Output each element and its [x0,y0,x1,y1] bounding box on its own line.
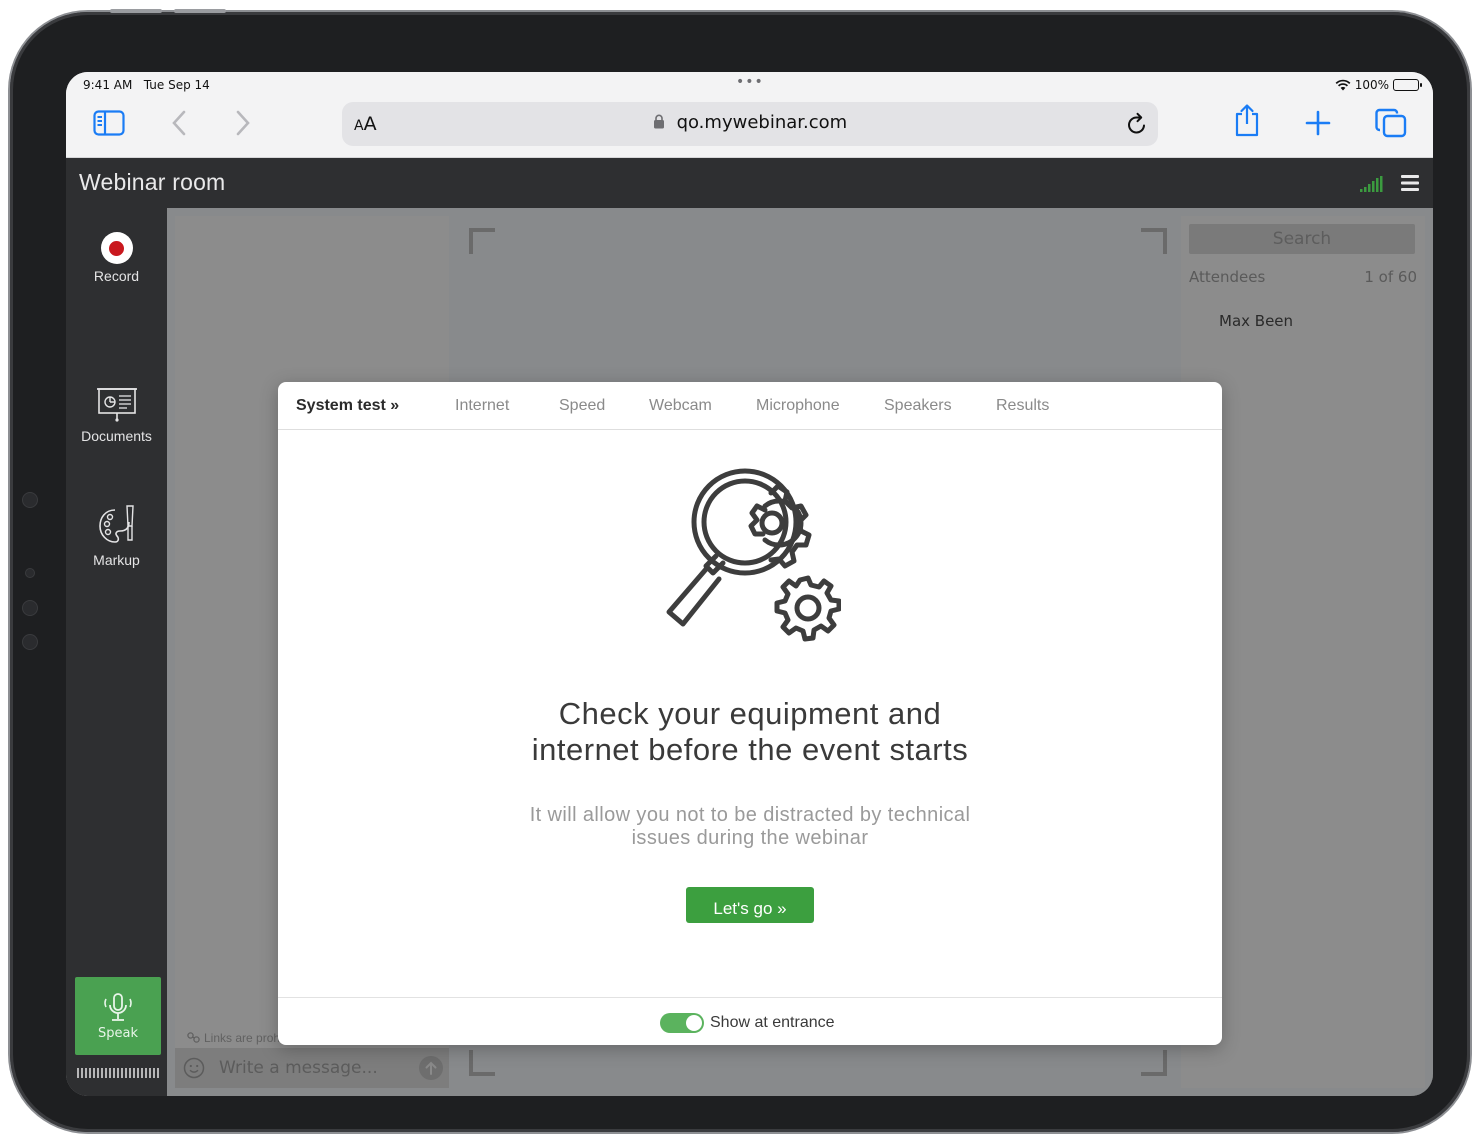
tab-speed[interactable]: Speed [559,397,605,415]
url-display[interactable]: qo.mywebinar.com [342,112,1158,133]
back-icon[interactable] [162,106,196,140]
show-at-entrance-label: Show at entrance [710,1014,835,1031]
modal-subtitle-line-2: issues during the webinar [631,827,869,849]
ipad-frame: 9:41 AM Tue Sep 14 ••• 100% AA qo.mywebi… [10,9,1470,1132]
modal-footer: Show at entrance [278,997,1222,1045]
modal-title: Check your equipment and internet before… [278,696,1222,768]
presentation-board-icon [96,388,137,422]
send-arrow-icon[interactable] [419,1056,443,1080]
speak-label: Speak [98,1026,138,1041]
link-icon [187,1032,200,1043]
documents-button[interactable]: Documents [66,386,167,444]
toggle-knob [686,1015,702,1031]
chat-message-input[interactable]: Write a message... [175,1048,449,1088]
modal-subtitle: It will allow you not to be distracted b… [278,804,1222,850]
menu-icon[interactable] [1401,175,1419,191]
tab-internet[interactable]: Internet [455,397,509,415]
app-header: Webinar room [66,158,1433,208]
app-title: Webinar room [79,169,226,195]
palette-brush-icon [98,505,134,543]
url-text: qo.mywebinar.com [676,112,848,133]
system-test-tabs: System test » Internet Speed Webcam Micr… [278,382,1222,430]
top-button [110,9,162,13]
tab-results[interactable]: Results [996,397,1049,415]
safari-toolbar: 9:41 AM Tue Sep 14 ••• 100% AA qo.mywebi… [66,72,1433,158]
attendees-label: Attendees [1189,268,1266,286]
share-icon[interactable] [1230,103,1264,137]
magnifier-gears-icon [666,468,841,642]
documents-label: Documents [81,428,152,444]
speak-button[interactable]: Speak [75,977,161,1055]
side-sensor [22,492,38,508]
modal-title-line-1: Check your equipment and [558,696,942,731]
modal-title-line-2: internet before the event starts [531,732,969,767]
stage-corner [1141,228,1167,254]
battery-percent: 100% [1354,78,1389,92]
emoji-icon[interactable] [183,1057,205,1079]
lets-go-button[interactable]: Let's go » [686,887,814,923]
side-sensor [22,600,38,616]
chat-placeholder: Write a message... [219,1058,378,1078]
battery-icon [1393,79,1422,91]
status-date: Tue Sep 14 [143,78,210,92]
markup-button[interactable]: Markup [66,502,167,568]
audio-level-meter [77,1068,161,1078]
attendees-count: 1 of 60 [1364,268,1417,286]
webinar-app: Webinar room Record Documents Markup Spe… [66,158,1433,1096]
front-camera [25,568,35,578]
reload-icon[interactable] [1126,112,1148,136]
stage-corner [469,228,495,254]
attendee-item[interactable]: Max Been [1219,312,1293,330]
top-button [174,9,226,13]
tab-webcam[interactable]: Webcam [649,397,712,415]
forward-icon[interactable] [226,106,260,140]
status-bar: 9:41 AM Tue Sep 14 ••• 100% [66,74,1433,96]
tabs-overview-icon[interactable] [1374,106,1408,140]
wifi-icon [1335,79,1351,91]
modal-subtitle-line-1: It will allow you not to be distracted b… [529,804,971,826]
stage-corner [469,1050,495,1076]
sidebar-toggle-icon[interactable] [92,106,126,140]
attendees-search-input[interactable]: Search [1189,224,1415,254]
stage-corner [1141,1050,1167,1076]
system-test-modal: System test » Internet Speed Webcam Micr… [278,382,1222,1045]
left-rail: Record Documents Markup Speak [66,208,167,1096]
connection-signal-icon [1360,176,1383,192]
address-bar[interactable]: AA qo.mywebinar.com [342,102,1158,146]
record-icon [100,232,133,264]
status-time: 9:41 AM Tue Sep 14 [83,78,210,92]
side-sensor [22,634,38,650]
screen: 9:41 AM Tue Sep 14 ••• 100% AA qo.mywebi… [66,72,1433,1096]
show-at-entrance-toggle[interactable] [660,1013,704,1033]
lock-icon [653,114,664,129]
microphone-icon [104,993,132,1021]
new-tab-plus-icon[interactable] [1301,106,1335,140]
markup-label: Markup [93,552,140,568]
tab-speakers[interactable]: Speakers [884,397,952,415]
status-right: 100% [1335,78,1422,92]
tab-system-test[interactable]: System test » [296,397,399,415]
tab-microphone[interactable]: Microphone [756,397,840,415]
record-button[interactable]: Record [66,232,167,284]
record-label: Record [93,268,140,284]
multitasking-dots-icon[interactable]: ••• [736,74,764,90]
status-clock: 9:41 AM [83,78,133,92]
